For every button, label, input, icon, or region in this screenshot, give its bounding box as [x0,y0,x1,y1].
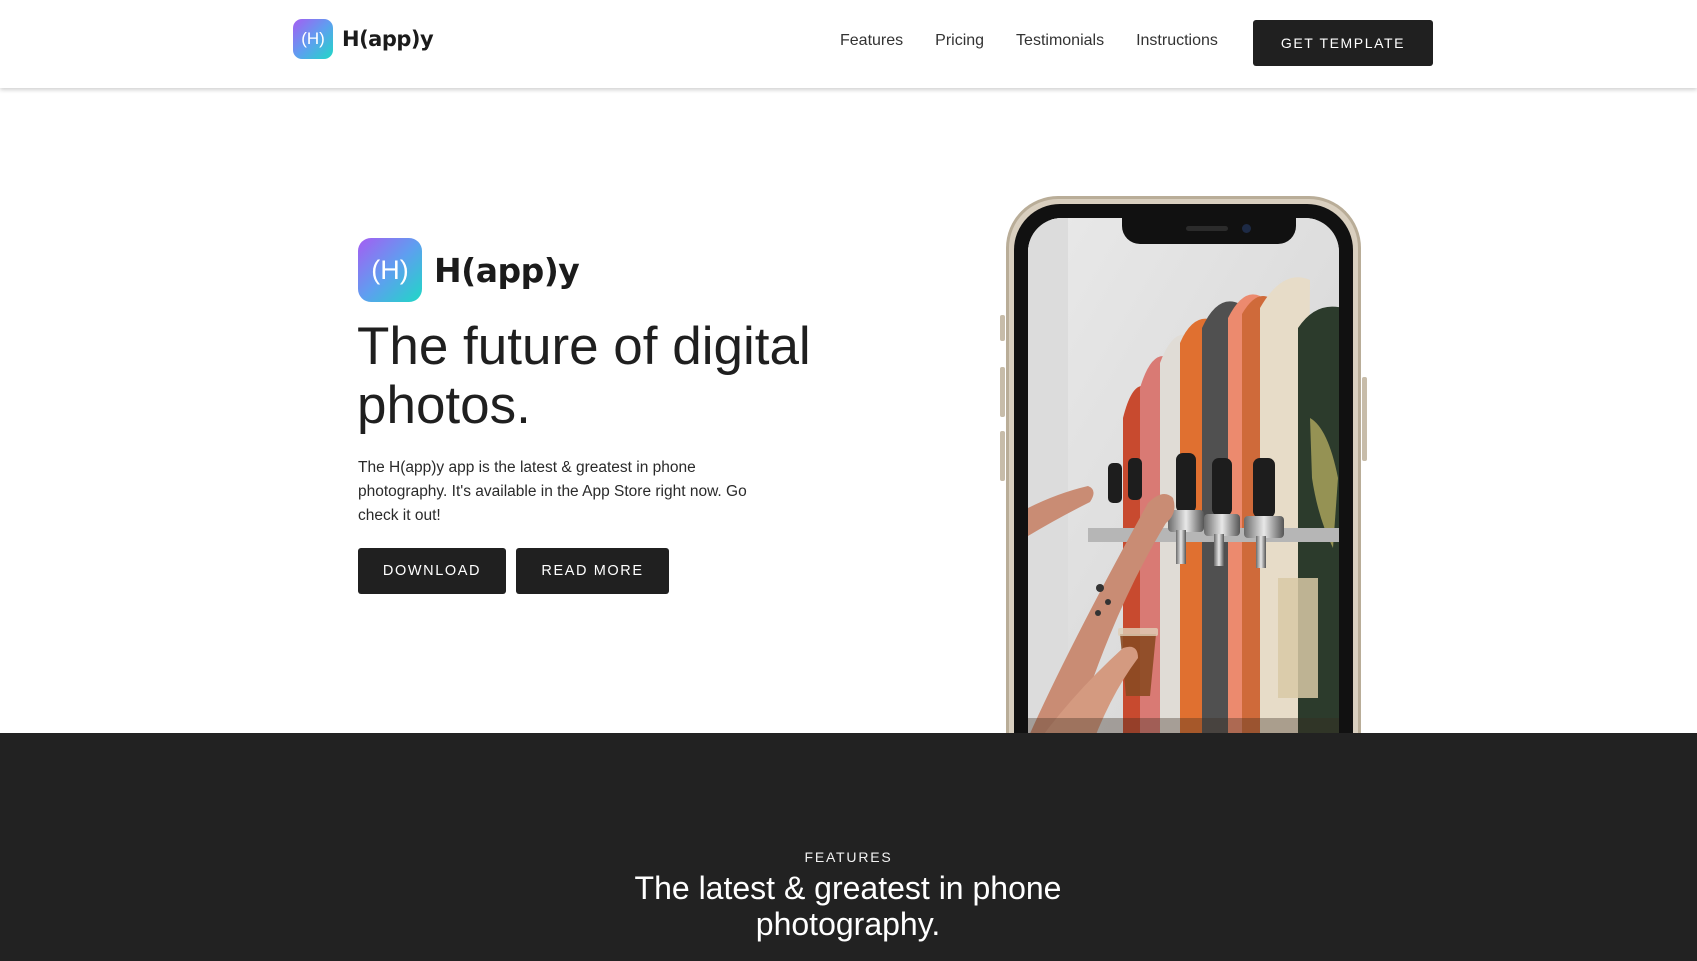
phone-side-button [1000,431,1005,481]
beer-taps-photo [1028,218,1339,756]
nav-link-instructions[interactable]: Instructions [1136,32,1218,50]
features-eyebrow: FEATURES [804,849,893,865]
speaker-grille [1186,226,1228,231]
phone-side-button [1000,315,1005,341]
download-button[interactable]: DOWNLOAD [358,548,506,594]
phone-side-button [1000,367,1005,417]
app-logo-icon: (H) [293,19,333,59]
phone-bezel [1014,204,1353,756]
app-logo-icon: (H) [358,238,422,302]
nav-link-features[interactable]: Features [840,32,903,50]
hero-title: The future of digital photos. [357,317,811,435]
get-template-button[interactable]: GET TEMPLATE [1253,20,1433,66]
features-section: FEATURES The latest & greatest in phone … [0,733,1697,961]
features-title: The latest & greatest in phone photograp… [634,870,1062,942]
hero-brand-logo: (H) H(app)y [358,238,580,302]
hero-description: The H(app)y app is the latest & greatest… [358,459,747,524]
phone-side-button [1362,377,1367,461]
nav-links: Features Pricing Testimonials Instructio… [840,32,1218,50]
top-navbar: (H) H(app)y Features Pricing Testimonial… [0,0,1697,88]
nav-link-pricing[interactable]: Pricing [935,32,984,50]
front-camera-icon [1242,224,1251,233]
phone-notch [1122,218,1296,244]
brand-wordmark: H(app)y [342,27,434,51]
phone-screen-photo [1028,218,1339,756]
nav-brand-logo[interactable]: (H) H(app)y [293,19,434,59]
nav-link-testimonials[interactable]: Testimonials [1016,32,1104,50]
phone-mockup [1000,196,1367,756]
brand-wordmark: H(app)y [434,250,580,290]
read-more-button[interactable]: READ MORE [516,548,669,594]
